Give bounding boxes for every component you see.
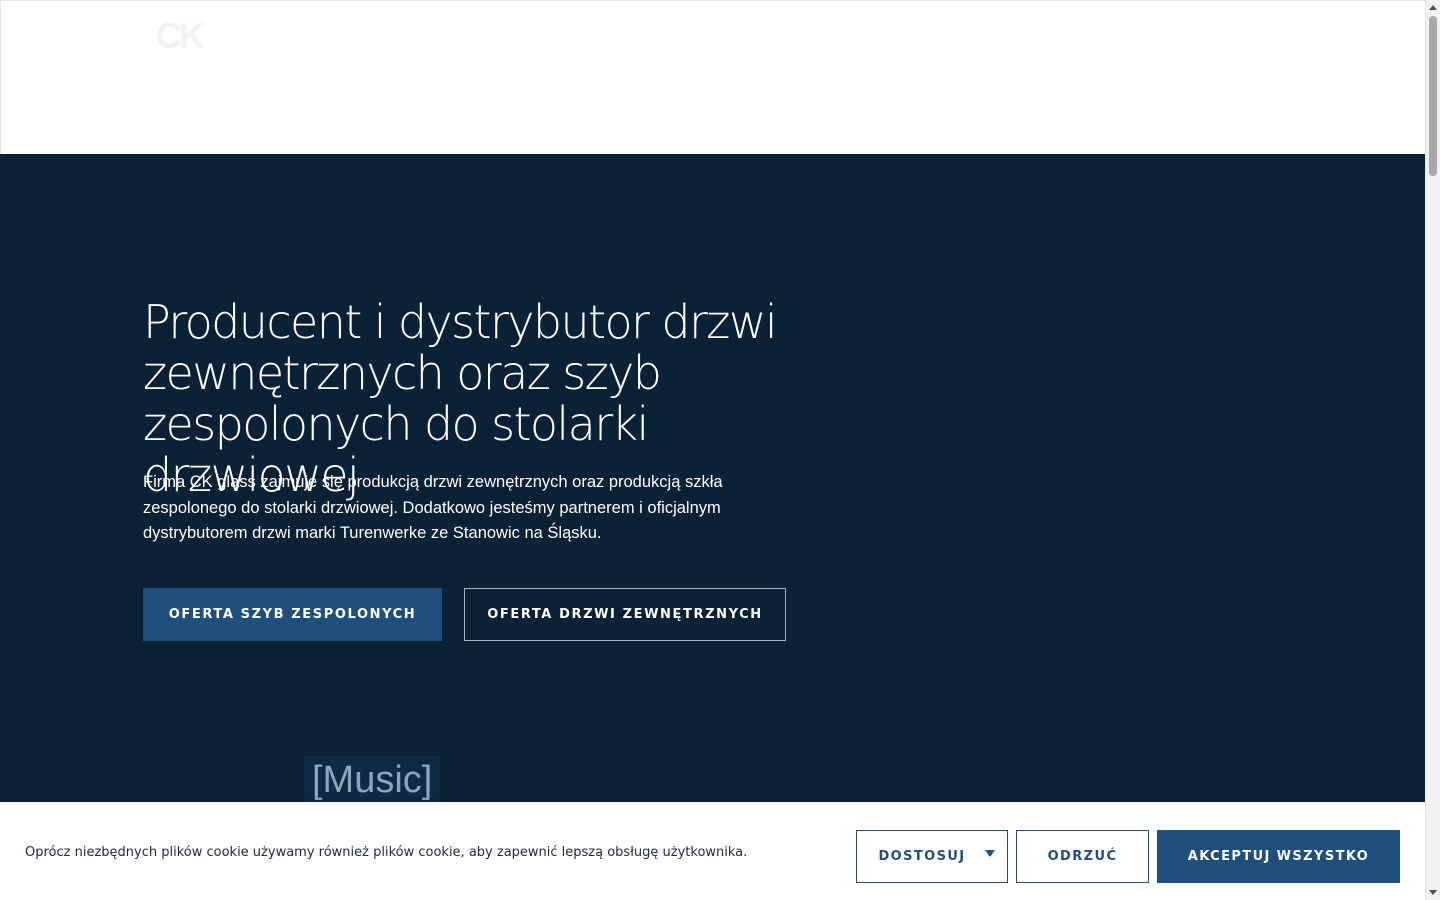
cookie-text: Oprócz niezbędnych plików cookie używamy… [25, 845, 748, 860]
video-caption: [Music] [304, 756, 441, 804]
scroll-up-icon[interactable] [1429, 5, 1437, 10]
scrollbar[interactable] [1425, 0, 1440, 900]
cookie-banner: Oprócz niezbędnych plików cookie używamy… [0, 802, 1425, 900]
scrollbar-thumb[interactable] [1429, 16, 1437, 176]
accept-all-button[interactable]: AKCEPTUJ WSZYSTKO [1157, 830, 1400, 883]
logo[interactable]: CK [156, 15, 205, 57]
page: CK Producent i dystrybutor drzwi zewnętr… [0, 0, 1440, 900]
customize-label: DOSTOSUJ [878, 849, 966, 864]
offer-doors-button[interactable]: OFERTA DRZWI ZEWNĘTRZNYCH [464, 588, 786, 641]
caret-down-icon [985, 850, 995, 857]
reject-button[interactable]: ODRZUĆ [1016, 830, 1149, 883]
site-header: CK [0, 0, 1425, 154]
customize-button[interactable]: DOSTOSUJ [856, 830, 1008, 883]
scroll-down-icon[interactable] [1429, 890, 1437, 895]
hero-description: Firma CK glass zajmuje się produkcją drz… [143, 473, 723, 542]
hero-section: Producent i dystrybutor drzwi zewnętrzny… [0, 154, 1425, 804]
offer-glass-button[interactable]: OFERTA SZYB ZESPOLONYCH [143, 588, 442, 641]
